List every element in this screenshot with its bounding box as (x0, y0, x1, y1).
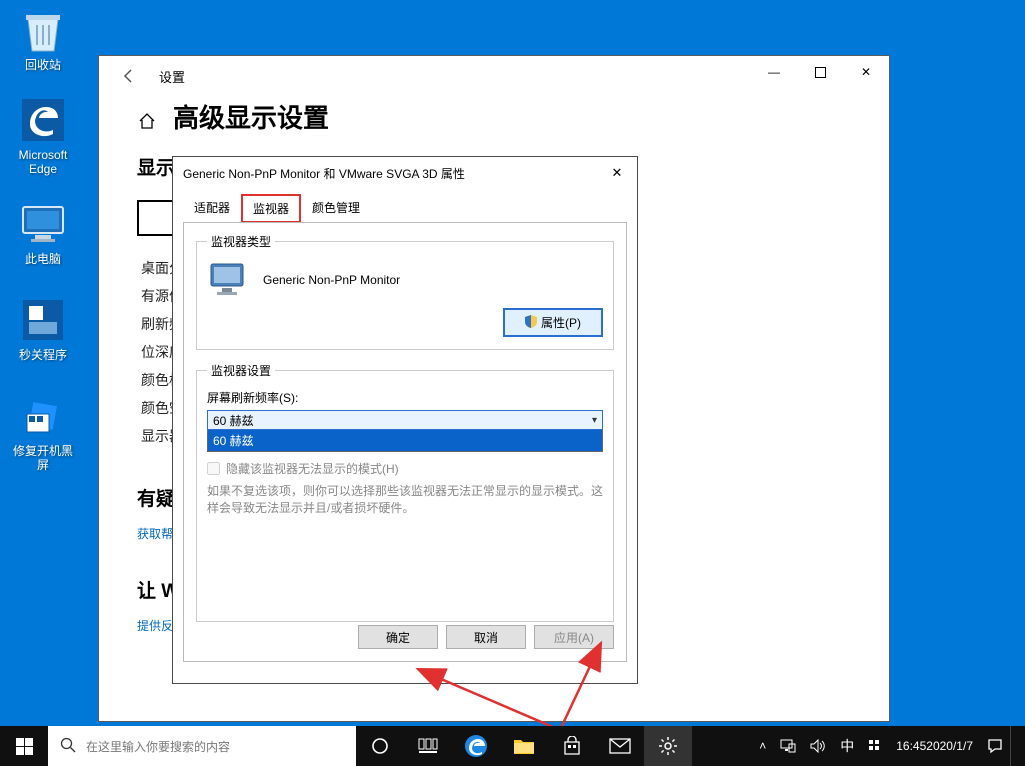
refresh-rate-dropdown: 60 赫兹 (207, 430, 603, 452)
search-placeholder: 在这里输入你要搜索的内容 (86, 738, 230, 755)
window-minimize-button[interactable]: ― (751, 56, 797, 88)
tab-monitor[interactable]: 监视器 (241, 194, 301, 223)
ok-button[interactable]: 确定 (358, 625, 438, 649)
group-legend: 监视器设置 (207, 362, 275, 379)
dialog-close-button[interactable]: ✕ (607, 163, 627, 183)
refresh-rate-option[interactable]: 60 赫兹 (208, 430, 602, 451)
desktop-icon-label: 秒关程序 (8, 348, 78, 362)
taskbar-cortana-button[interactable] (356, 726, 404, 766)
monitor-properties-button[interactable]: 属性(P) (503, 308, 603, 337)
search-icon (60, 737, 76, 756)
window-title: 设置 (159, 67, 185, 86)
tray-volume-button[interactable] (803, 726, 833, 766)
edge-icon (464, 734, 488, 758)
desktop-icon-shutdown[interactable]: 秒关程序 (8, 296, 78, 362)
desktop-icon-label: Microsoft Edge (8, 148, 78, 176)
desktop-icon-label: 此电脑 (8, 252, 78, 266)
tab-adapter[interactable]: 适配器 (183, 194, 241, 223)
desktop-icon-repair[interactable]: 修复开机黑屏 (8, 392, 78, 472)
app-icon (19, 296, 67, 344)
recycle-bin-icon (19, 6, 67, 54)
notification-icon (987, 738, 1003, 754)
monitor-name: Generic Non-PnP Monitor (263, 273, 400, 287)
display-properties-dialog: Generic Non-PnP Monitor 和 VMware SVGA 3D… (172, 156, 638, 684)
combobox-value: 60 赫兹 (213, 412, 254, 429)
desktop-icon-edge[interactable]: Microsoft Edge (8, 96, 78, 176)
taskbar: 在这里输入你要搜索的内容 ˄ 中 16:45 2020/1/7 (0, 726, 1025, 766)
hide-modes-checkbox[interactable] (207, 462, 220, 475)
desktop-icon-recycle-bin[interactable]: 回收站 (8, 6, 78, 72)
desktop-icon-this-pc[interactable]: 此电脑 (8, 200, 78, 266)
tray-clock[interactable]: 16:45 2020/1/7 (889, 726, 980, 766)
shield-icon (525, 315, 537, 331)
back-button[interactable] (117, 64, 141, 88)
group-legend: 监视器类型 (207, 233, 275, 250)
volume-icon (810, 739, 826, 753)
taskbar-task-view-button[interactable] (404, 726, 452, 766)
chevron-down-icon: ▾ (592, 415, 597, 426)
windows-logo-icon (16, 738, 33, 755)
desktop-icon-label: 回收站 (8, 58, 78, 72)
clock-time: 16:45 (896, 739, 926, 754)
this-pc-icon (19, 200, 67, 248)
mail-icon (609, 738, 631, 754)
chevron-up-icon: ˄ (759, 739, 766, 753)
start-button[interactable] (0, 726, 48, 766)
tray-action-center-button[interactable] (980, 726, 1010, 766)
taskbar-search-box[interactable]: 在这里输入你要搜索的内容 (48, 726, 356, 766)
monitor-type-group: 监视器类型 Generic Non-PnP Monitor 属性(P) (196, 233, 614, 350)
tab-strip: 适配器 监视器 颜色管理 (173, 189, 637, 222)
desktop-icon-label: 修复开机黑屏 (8, 444, 78, 472)
page-title: 高级显示设置 (137, 98, 851, 135)
show-desktop-button[interactable] (1010, 726, 1025, 766)
hide-modes-label: 隐藏该监视器无法显示的模式(H) (226, 460, 399, 477)
taskbar-app-edge[interactable] (452, 726, 500, 766)
tray-ime-button[interactable]: 中 (833, 726, 861, 766)
cortana-icon (371, 737, 389, 755)
tray-ime-pad-button[interactable] (861, 726, 889, 766)
refresh-rate-label: 屏幕刷新频率(S): (207, 389, 603, 406)
taskbar-app-settings[interactable] (644, 726, 692, 766)
home-icon (137, 107, 157, 127)
hide-modes-checkbox-row[interactable]: 隐藏该监视器无法显示的模式(H) (207, 460, 603, 477)
refresh-rate-combobox[interactable]: 60 赫兹 ▾ (207, 410, 603, 430)
cancel-button[interactable]: 取消 (446, 625, 526, 649)
tab-color-management[interactable]: 颜色管理 (301, 194, 371, 223)
taskbar-app-store[interactable] (548, 726, 596, 766)
taskbar-app-mail[interactable] (596, 726, 644, 766)
folder-icon (513, 737, 535, 755)
clock-date: 2020/1/7 (926, 739, 973, 754)
tray-network-button[interactable] (773, 726, 803, 766)
monitor-settings-group: 监视器设置 屏幕刷新频率(S): 60 赫兹 ▾ 60 赫兹 隐藏该监视器无法显… (196, 362, 614, 622)
taskbar-app-explorer[interactable] (500, 726, 548, 766)
dialog-title: Generic Non-PnP Monitor 和 VMware SVGA 3D… (183, 165, 607, 182)
app-icon (19, 392, 67, 440)
window-maximize-button[interactable] (797, 56, 843, 88)
tray-overflow-button[interactable]: ˄ (752, 726, 773, 766)
hide-modes-desc: 如果不复选该项，则你可以选择那些该监视器无法正常显示的显示模式。这样会导致无法显… (207, 483, 603, 517)
gear-icon (658, 736, 678, 756)
tab-panel-monitor: 监视器类型 Generic Non-PnP Monitor 属性(P) 监视器设… (183, 222, 627, 662)
network-icon (780, 739, 796, 753)
edge-icon (19, 96, 67, 144)
apply-button[interactable]: 应用(A) (534, 625, 614, 649)
window-close-button[interactable]: ✕ (843, 56, 889, 88)
store-icon (562, 736, 582, 756)
monitor-icon (207, 260, 251, 300)
task-view-icon (418, 738, 438, 754)
grid-icon (868, 739, 882, 753)
